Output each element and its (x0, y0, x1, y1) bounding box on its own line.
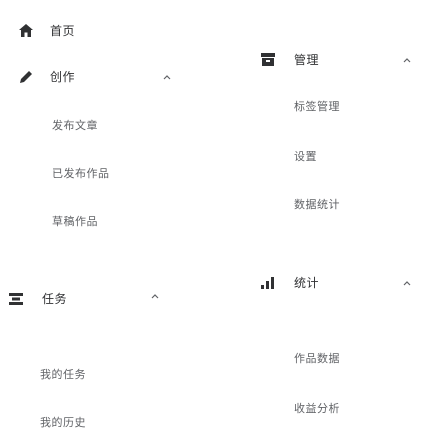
submenu-item-published[interactable]: 已发布作品 (52, 165, 110, 181)
submenu-item-history[interactable]: 我的历史 (40, 414, 86, 430)
submenu-item-drafts[interactable]: 草稿作品 (52, 213, 98, 229)
menu-item-home[interactable]: 首页 (18, 22, 75, 39)
bar-chart-icon (260, 275, 276, 291)
submenu-item-my-tasks[interactable]: 我的任务 (40, 366, 86, 382)
submenu-stats-label: 统计 (294, 276, 320, 290)
submenu-create-label: 创作 (50, 70, 76, 84)
submenu-item-publish[interactable]: 发布文章 (52, 117, 98, 133)
submenu-manage-label: 管理 (294, 53, 320, 67)
submenu-item-stats[interactable]: 数据统计 (294, 196, 340, 212)
submenu-item-income[interactable]: 收益分析 (294, 400, 340, 416)
submenu-item-tags[interactable]: 标签管理 (294, 98, 340, 114)
menu-item-home-label: 首页 (50, 24, 76, 38)
submenu-item-settings[interactable]: 设置 (294, 148, 317, 164)
submenu-stats-title[interactable]: 统计 (260, 274, 319, 291)
pen-icon (18, 69, 34, 85)
chevron-up-icon[interactable] (402, 278, 412, 288)
list-icon (8, 291, 24, 307)
grid-icon (260, 52, 276, 68)
chevron-up-icon[interactable] (150, 291, 160, 301)
submenu-task-title[interactable]: 任务 (8, 290, 67, 307)
home-icon (18, 23, 34, 39)
chevron-up-icon[interactable] (402, 55, 412, 65)
submenu-manage-title[interactable]: 管理 (260, 51, 319, 68)
submenu-item-work-data[interactable]: 作品数据 (294, 350, 340, 366)
chevron-up-icon[interactable] (162, 72, 172, 82)
submenu-task-label: 任务 (42, 292, 68, 306)
submenu-create-title[interactable]: 创作 (18, 68, 75, 85)
